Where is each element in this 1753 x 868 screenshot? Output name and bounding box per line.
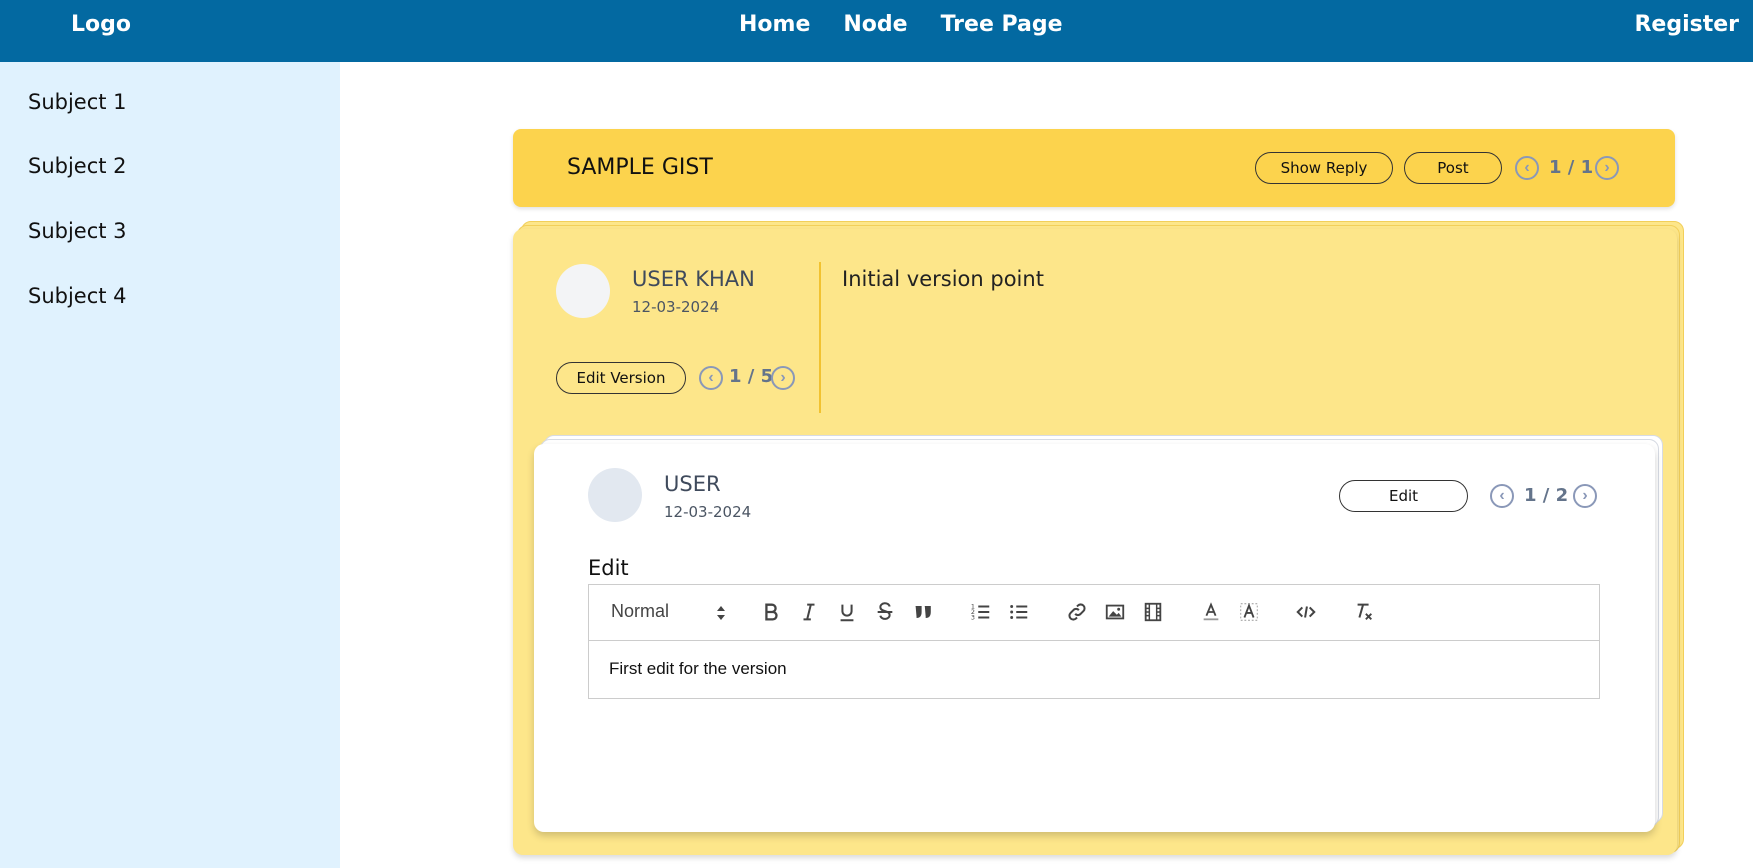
link-icon[interactable]: [1064, 599, 1090, 625]
format-select[interactable]: Normal: [611, 601, 669, 622]
version-date: 12-03-2024: [632, 298, 720, 316]
nav-tree-page-link[interactable]: Tree Page: [941, 12, 1063, 37]
code-icon[interactable]: [1293, 599, 1319, 625]
edit-section-label: Edit: [588, 556, 629, 580]
version-next-icon[interactable]: ›: [771, 366, 795, 390]
gist-next-icon[interactable]: ›: [1595, 156, 1619, 180]
version-prev-icon[interactable]: ‹: [699, 366, 723, 390]
gist-header: SAMPLE GIST Show Reply Post ‹ 1 / 1 ›: [513, 129, 1675, 207]
nav-home-link[interactable]: Home: [739, 12, 810, 37]
bullet-list-icon[interactable]: [1006, 599, 1032, 625]
edit-prev-icon[interactable]: ‹: [1490, 484, 1514, 508]
post-button[interactable]: Post: [1404, 152, 1502, 184]
sidebar-item-subject-2[interactable]: Subject 2: [28, 154, 127, 178]
logo[interactable]: Logo: [71, 12, 131, 37]
underline-icon[interactable]: [834, 599, 860, 625]
background-color-icon[interactable]: [1236, 599, 1262, 625]
avatar: [556, 264, 610, 318]
sidebar-item-subject-4[interactable]: Subject 4: [28, 284, 127, 308]
sidebar: Subject 1 Subject 2 Subject 3 Subject 4: [0, 62, 340, 868]
register-link[interactable]: Register: [1634, 12, 1739, 37]
edit-next-icon[interactable]: ›: [1573, 484, 1597, 508]
gist-title: SAMPLE GIST: [567, 155, 713, 180]
nav-links: Home Node Tree Page: [739, 12, 1063, 37]
gist-prev-icon[interactable]: ‹: [1515, 156, 1539, 180]
version-text: Initial version point: [842, 267, 1044, 291]
italic-icon[interactable]: [796, 599, 822, 625]
editor-toolbar: Normal 123: [589, 585, 1599, 641]
version-user-name: USER KHAN: [632, 267, 755, 291]
sidebar-item-subject-3[interactable]: Subject 3: [28, 219, 127, 243]
svg-text:3: 3: [971, 613, 975, 621]
image-icon[interactable]: [1102, 599, 1128, 625]
show-reply-button[interactable]: Show Reply: [1255, 152, 1393, 184]
clear-format-icon[interactable]: [1351, 599, 1377, 625]
edit-date: 12-03-2024: [664, 503, 752, 521]
edit-pager: 1 / 2: [1524, 485, 1569, 506]
select-arrows-icon: [717, 606, 725, 620]
avatar: [588, 468, 642, 522]
version-pager: 1 / 5: [729, 366, 774, 387]
version-divider: [819, 262, 821, 413]
top-nav: Logo Home Node Tree Page Register: [0, 0, 1753, 62]
edit-user-name: USER: [664, 472, 721, 496]
edit-version-button[interactable]: Edit Version: [556, 362, 686, 394]
nav-node-link[interactable]: Node: [843, 12, 907, 37]
text-color-icon[interactable]: [1198, 599, 1224, 625]
rich-text-editor: Normal 123 First edit for the version: [588, 584, 1600, 699]
blockquote-icon[interactable]: [910, 599, 936, 625]
bold-icon[interactable]: [758, 599, 784, 625]
editor-content[interactable]: First edit for the version: [609, 659, 787, 679]
sidebar-item-subject-1[interactable]: Subject 1: [28, 90, 127, 114]
ordered-list-icon[interactable]: 123: [968, 599, 994, 625]
gist-pager: 1 / 1: [1549, 157, 1594, 178]
video-icon[interactable]: [1140, 599, 1166, 625]
strikethrough-icon[interactable]: [872, 599, 898, 625]
edit-button[interactable]: Edit: [1339, 480, 1468, 512]
